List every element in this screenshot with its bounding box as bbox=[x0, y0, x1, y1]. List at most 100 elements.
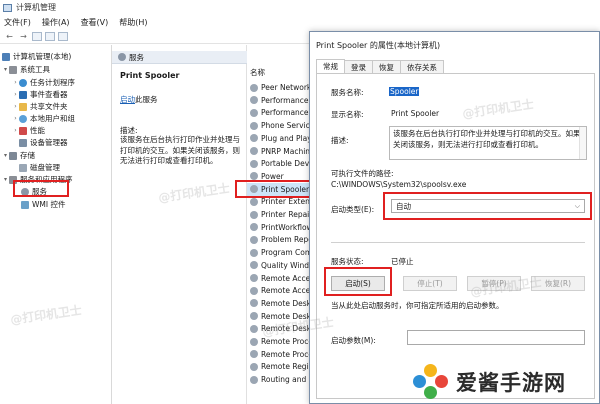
service-status-label: 服务状态: bbox=[331, 257, 364, 266]
computer-management-icon bbox=[3, 3, 12, 12]
start-params-label: 启动参数(M): bbox=[331, 336, 376, 345]
menu-file[interactable]: 文件(F) bbox=[4, 17, 31, 28]
tree-item-system-tools[interactable]: ▾ 系统工具 bbox=[2, 64, 50, 75]
service-row-label: Plug and Play bbox=[261, 133, 312, 143]
tab-general[interactable]: 常规 bbox=[316, 59, 345, 73]
collapse-icon[interactable]: ▾ bbox=[2, 176, 9, 183]
pinwheel-logo-icon bbox=[412, 364, 448, 400]
divider bbox=[331, 242, 585, 243]
help-icon[interactable] bbox=[58, 31, 68, 41]
service-status-value: 已停止 bbox=[391, 257, 414, 266]
expand-icon[interactable]: › bbox=[12, 79, 19, 86]
start-params-input[interactable] bbox=[407, 330, 585, 345]
service-gear-icon bbox=[250, 83, 258, 92]
stop-button[interactable]: 停止(T) bbox=[403, 276, 457, 291]
tree-item-root[interactable]: 计算机管理(本地) bbox=[2, 51, 71, 62]
service-gear-icon bbox=[250, 350, 258, 359]
tab-recovery[interactable]: 恢复 bbox=[372, 60, 401, 73]
service-gear-icon bbox=[250, 312, 258, 321]
tree-item-device-manager[interactable]: 设备管理器 bbox=[12, 137, 68, 148]
collapse-icon[interactable]: ▾ bbox=[2, 152, 9, 159]
dialog-title: Print Spooler 的属性(本地计算机) bbox=[316, 41, 441, 50]
back-arrow-icon[interactable]: ← bbox=[4, 31, 15, 42]
tree-item-performance[interactable]: › 性能 bbox=[12, 125, 45, 136]
service-gear-icon bbox=[250, 223, 258, 232]
menu-help[interactable]: 帮助(H) bbox=[119, 17, 147, 28]
storage-icon bbox=[9, 151, 17, 160]
highlight-print-spooler bbox=[235, 180, 311, 198]
menu-action[interactable]: 操作(A) bbox=[42, 17, 70, 28]
tree-item-shared-folders[interactable]: › 共享文件夹 bbox=[12, 101, 67, 112]
tree-item-task-scheduler[interactable]: › 任务计划程序 bbox=[12, 77, 75, 88]
computer-icon bbox=[2, 52, 10, 61]
properties-icon[interactable] bbox=[45, 31, 55, 41]
service-row-label: Performance C bbox=[261, 95, 313, 105]
service-row-label: PNRP Machine bbox=[261, 146, 313, 156]
service-row[interactable]: Phone Service bbox=[247, 119, 313, 132]
service-row[interactable]: Program Com bbox=[247, 246, 313, 259]
service-row[interactable]: Remote Proce bbox=[247, 348, 313, 361]
service-row[interactable]: Routing and R bbox=[247, 373, 313, 386]
service-row-label: Peer Network bbox=[261, 83, 312, 92]
services-list: 名称 Peer Network Performance C Performance … bbox=[247, 45, 313, 404]
service-gear-icon bbox=[250, 375, 258, 384]
description-field-text: 该服务在后台执行打印作业并处理与打印机的交互。如果关闭该服务，则无法进行打印或查… bbox=[393, 129, 581, 149]
service-gear-icon bbox=[250, 159, 258, 168]
menu-view[interactable]: 查看(V) bbox=[81, 17, 109, 28]
service-row[interactable]: Plug and Play bbox=[247, 132, 313, 145]
service-row-label: Remote Access bbox=[261, 273, 313, 283]
service-row-label: Program Com bbox=[261, 248, 313, 258]
service-row[interactable]: Printer Repair bbox=[247, 208, 313, 221]
collapse-icon[interactable]: ▾ bbox=[2, 66, 9, 73]
menu-bar: 文件(F) 操作(A) 查看(V) 帮助(H) bbox=[0, 15, 600, 29]
expand-icon[interactable]: › bbox=[12, 115, 19, 122]
service-row[interactable]: Remote Access bbox=[247, 284, 313, 297]
tree-item-event-viewer[interactable]: › 事件查看器 bbox=[12, 89, 67, 100]
expand-icon[interactable]: › bbox=[12, 91, 19, 98]
forward-arrow-icon[interactable]: → bbox=[18, 31, 29, 42]
expand-icon[interactable]: › bbox=[12, 103, 19, 110]
service-row[interactable]: Quality Windo bbox=[247, 259, 313, 272]
description-field[interactable]: 该服务在后台执行打印作业并处理与打印机的交互。如果关闭该服务，则无法进行打印或查… bbox=[389, 126, 587, 160]
display-name-value[interactable]: Print Spooler bbox=[391, 109, 439, 118]
tree-item-disk-management[interactable]: 磁盘管理 bbox=[12, 162, 60, 173]
service-gear-icon bbox=[250, 96, 258, 105]
properties-dialog: Print Spooler 的属性(本地计算机) 常规 登录 恢复 依存关系 服… bbox=[309, 31, 600, 404]
tree-item-wmi[interactable]: WMI 控件 bbox=[14, 199, 65, 210]
tree-item-local-users[interactable]: › 本地用户和组 bbox=[12, 113, 75, 124]
service-row[interactable]: Remote Access bbox=[247, 272, 313, 285]
service-gear-icon bbox=[250, 299, 258, 308]
highlight-start-button bbox=[324, 267, 392, 296]
performance-icon bbox=[19, 126, 27, 135]
service-row-label: Printer Extensi bbox=[261, 197, 313, 207]
service-gear-icon bbox=[250, 286, 258, 295]
service-row[interactable]: Remote Regis bbox=[247, 360, 313, 373]
service-row-label: Printer Repair bbox=[261, 210, 313, 219]
tab-logon[interactable]: 登录 bbox=[344, 60, 373, 73]
service-name-value[interactable]: Spooler bbox=[389, 87, 420, 96]
selected-service-title: Print Spooler bbox=[120, 71, 180, 80]
service-row[interactable]: Peer Network bbox=[247, 81, 313, 94]
service-name-label: 服务名称: bbox=[331, 88, 364, 97]
service-gear-icon bbox=[250, 274, 258, 282]
services-gear-icon bbox=[118, 53, 126, 61]
description-text: 该服务在后台执行打印作业并处理与打印机的交互。如果关闭该服务，则无法进行打印或查… bbox=[120, 135, 240, 165]
tree-item-storage[interactable]: ▾ 存储 bbox=[2, 150, 35, 161]
service-row[interactable]: PrintWorkflow bbox=[247, 221, 313, 234]
window-title: 计算机管理 bbox=[16, 3, 56, 12]
service-row[interactable]: Portable Devi bbox=[247, 157, 313, 170]
service-row[interactable]: Performance C bbox=[247, 94, 313, 107]
start-service-link[interactable]: 启动 bbox=[120, 95, 135, 104]
service-row-label: Remote Access bbox=[261, 286, 313, 296]
service-row[interactable]: Remote Deskt bbox=[247, 297, 313, 310]
show-tree-icon[interactable] bbox=[32, 31, 42, 41]
service-row[interactable]: PNRP Machine bbox=[247, 145, 313, 158]
service-row[interactable]: Problem Repor bbox=[247, 233, 313, 246]
expand-icon[interactable]: › bbox=[12, 127, 19, 134]
description-scrollbar[interactable] bbox=[579, 127, 586, 159]
service-gear-icon bbox=[250, 362, 258, 371]
service-row[interactable]: Performance L bbox=[247, 106, 313, 119]
column-header-name[interactable]: 名称 bbox=[247, 67, 313, 79]
tab-dependencies[interactable]: 依存关系 bbox=[400, 60, 444, 73]
window-titlebar: 计算机管理 bbox=[0, 0, 600, 15]
